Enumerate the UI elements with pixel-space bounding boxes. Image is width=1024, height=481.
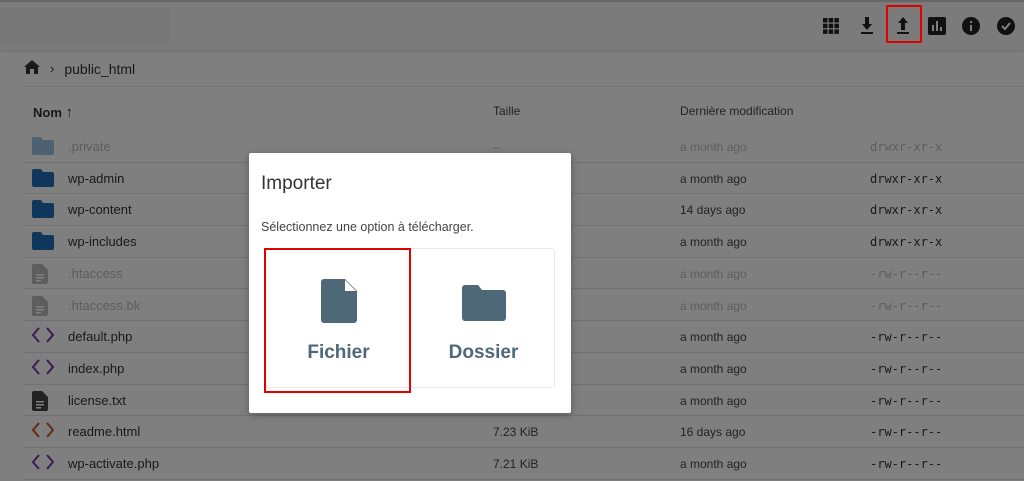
upload-highlight [886,5,922,43]
file-option-highlight [264,248,411,393]
upload-folder-option[interactable]: Dossier [411,249,556,389]
folder-option-label: Dossier [448,342,519,363]
folder-icon [461,285,506,326]
dialog-subtitle: Sélectionnez une option à télécharger. [261,220,474,234]
dialog-title: Importer [261,173,332,194]
import-dialog: Importer Sélectionnez une option à téléc… [249,153,571,413]
